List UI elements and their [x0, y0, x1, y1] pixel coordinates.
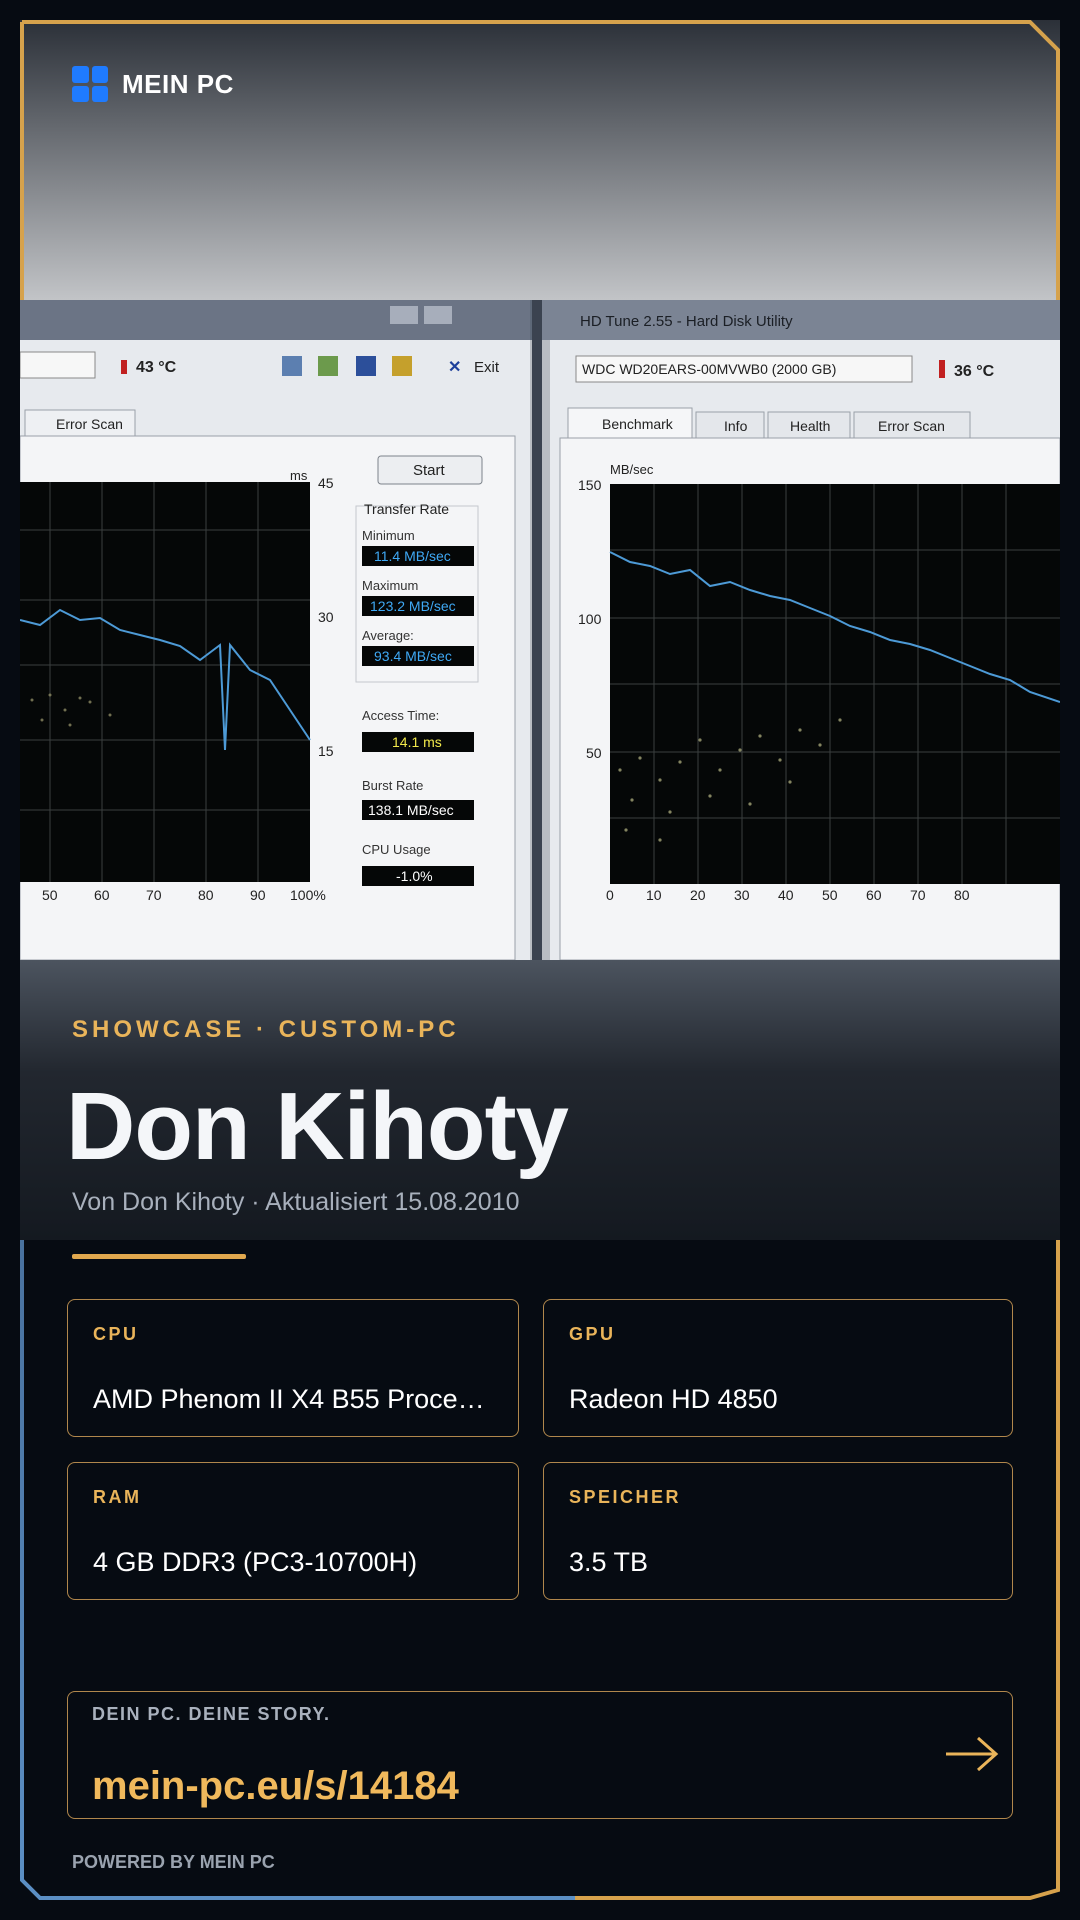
minimum-value: 11.4 MB/sec: [374, 548, 451, 564]
right-x-tick: 80: [954, 887, 970, 903]
spec-value: 3.5 TB: [569, 1547, 649, 1577]
powered-by: POWERED BY MEIN PC: [72, 1852, 275, 1872]
burst-rate-value: 138.1 MB/sec: [368, 802, 454, 818]
tab-info[interactable]: Info: [724, 418, 748, 434]
access-time-value: 14.1 ms: [392, 734, 442, 750]
right-y-tick: 100: [578, 611, 602, 627]
brand-name: MEIN PC: [122, 68, 234, 99]
left-temperature: 43 °C: [136, 359, 177, 376]
right-x-tick: 10: [646, 887, 662, 903]
kicker-label: SHOWCASE · CUSTOM-PC: [72, 1016, 460, 1043]
right-x-tick: 70: [910, 887, 926, 903]
average-label: Average:: [362, 628, 414, 643]
right-temperature: 36 °C: [954, 363, 995, 380]
right-x-tick: 40: [778, 887, 794, 903]
transfer-rate-label: Transfer Rate: [364, 501, 449, 517]
options-icon[interactable]: [392, 356, 412, 376]
spec-card-cpu: CPU AMD Phenom II X4 B55 Process...: [67, 1299, 519, 1437]
right-x-tick: 0: [606, 887, 614, 903]
left-x-tick: 100%: [290, 887, 326, 903]
spec-label: CPU: [93, 1324, 139, 1344]
left-tab-error-scan[interactable]: Error Scan: [56, 416, 123, 432]
access-time-label: Access Time:: [362, 708, 439, 723]
exit-button[interactable]: Exit: [474, 359, 500, 376]
right-y-tick: 150: [578, 477, 602, 493]
left-x-tick: 60: [94, 887, 110, 903]
hero-screenshot: HD Tune 2.55 - Hard Disk Utility 43 °C ✕…: [20, 300, 1060, 960]
left-ms-tick: 15: [318, 743, 334, 759]
spec-value: 4 GB DDR3 (PC3-10700H): [93, 1547, 418, 1577]
right-x-tick: 50: [822, 887, 838, 903]
start-button-label: Start: [413, 462, 446, 479]
spec-card-ram: RAM 4 GB DDR3 (PC3-10700H): [67, 1462, 519, 1600]
tab-benchmark[interactable]: Benchmark: [602, 416, 674, 432]
maximum-value: 123.2 MB/sec: [370, 598, 456, 614]
spec-value: AMD Phenom II X4 B55 Process...: [93, 1384, 498, 1414]
drive-select-value: WDC WD20EARS-00MVWB0 (2000 GB): [582, 361, 836, 377]
cta-tagline: DEIN PC. DEINE STORY.: [92, 1704, 331, 1724]
tab-health[interactable]: Health: [790, 418, 830, 434]
burst-rate-label: Burst Rate: [362, 778, 423, 793]
minimum-label: Minimum: [362, 528, 415, 543]
hdtune-window-title: HD Tune 2.55 - Hard Disk Utility: [580, 313, 793, 330]
spec-label: SPEICHER: [569, 1487, 682, 1507]
average-value: 93.4 MB/sec: [374, 648, 452, 664]
left-ms-tick: 30: [318, 609, 334, 625]
spec-value: Radeon HD 4850: [569, 1384, 778, 1414]
spec-card-storage: SPEICHER 3.5 TB: [543, 1462, 1013, 1600]
tab-error-scan[interactable]: Error Scan: [878, 418, 945, 434]
right-y-tick: 50: [586, 745, 602, 761]
right-unit-label: MB/sec: [610, 462, 654, 477]
save-icon[interactable]: [356, 356, 376, 376]
maximum-label: Maximum: [362, 578, 418, 593]
paste-icon[interactable]: [318, 356, 338, 376]
accent-divider: [72, 1254, 246, 1259]
brand[interactable]: MEIN PC: [72, 66, 234, 102]
right-x-tick: 20: [690, 887, 706, 903]
left-ms-unit: ms: [290, 468, 308, 483]
spec-label: RAM: [93, 1487, 142, 1507]
copy-icon[interactable]: [282, 356, 302, 376]
cpu-usage-value: -1.0%: [396, 868, 433, 884]
arrow-right-icon[interactable]: [944, 1734, 1000, 1774]
spec-card-gpu: GPU Radeon HD 4850: [543, 1299, 1013, 1437]
minimize-button[interactable]: [390, 306, 418, 324]
left-x-tick: 70: [146, 887, 162, 903]
cpu-usage-label: CPU Usage: [362, 842, 431, 857]
left-ms-tick: 45: [318, 475, 334, 491]
share-url[interactable]: mein-pc.eu/s/14184: [92, 1764, 459, 1809]
windows-logo-icon: [72, 66, 108, 102]
maximize-button[interactable]: [424, 306, 452, 324]
author-meta: Von Don Kihoty · Aktualisiert 15.08.2010: [72, 1188, 520, 1216]
right-x-tick: 60: [866, 887, 882, 903]
left-x-tick: 90: [250, 887, 266, 903]
left-x-tick: 50: [42, 887, 58, 903]
page-title: Don Kihoty: [66, 1073, 569, 1180]
spec-label: GPU: [569, 1324, 616, 1344]
exit-icon: ✕: [448, 359, 461, 376]
right-x-tick: 30: [734, 887, 750, 903]
share-link-card[interactable]: DEIN PC. DEINE STORY. mein-pc.eu/s/14184: [67, 1691, 1013, 1819]
left-x-tick: 80: [198, 887, 214, 903]
